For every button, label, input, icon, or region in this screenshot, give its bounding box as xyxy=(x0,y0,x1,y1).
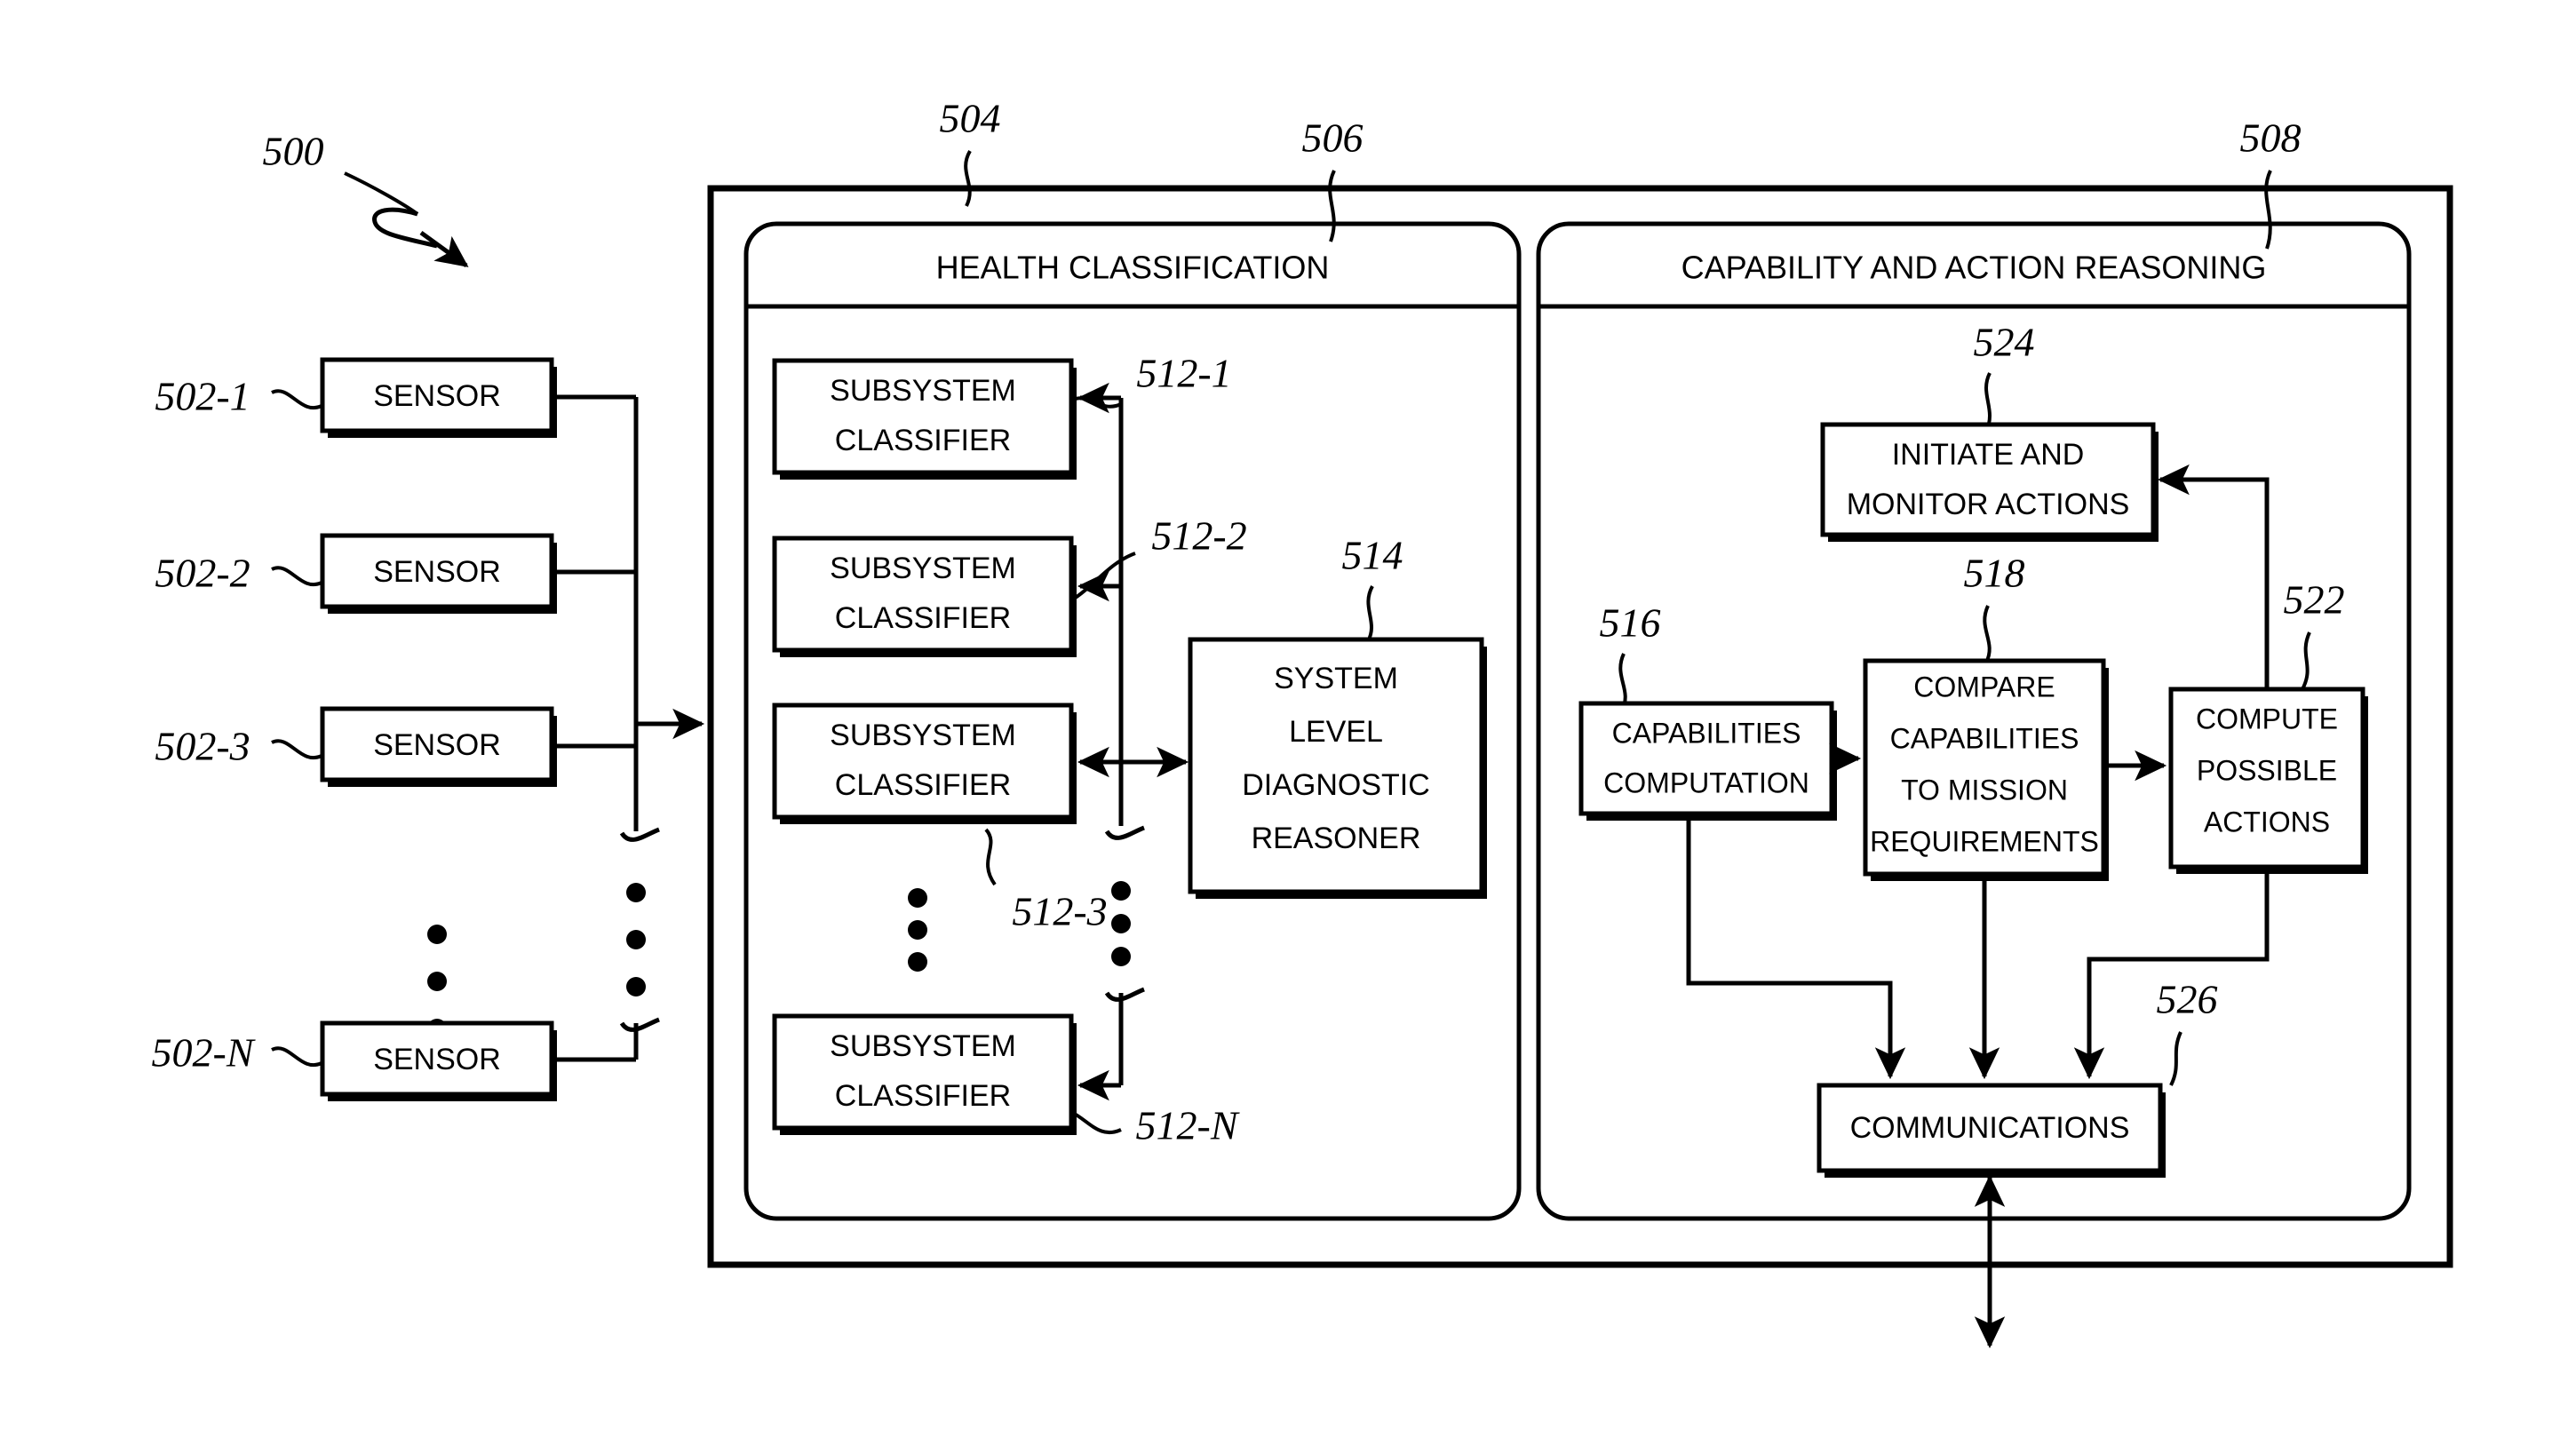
ref-512-2-leader xyxy=(1069,552,1136,602)
classifier-2-line2: CLASSIFIER xyxy=(835,601,1011,635)
classifier-3-line1: SUBSYSTEM xyxy=(830,719,1016,752)
sensor-ellipsis-dot-1 xyxy=(427,925,447,944)
ref-502-n: 502-N xyxy=(152,1030,256,1076)
ref-512-2: 512-2 xyxy=(1151,513,1246,559)
capabilities-computation-line1: CAPABILITIES xyxy=(1612,717,1801,749)
compare-capabilities-line3: TO MISSION xyxy=(1901,774,2068,806)
ref-522-leader xyxy=(2301,631,2311,690)
sensor-trunk-to-system xyxy=(633,397,705,740)
patent-figure-page: 500 504 506 HEALTH CLASSIFICATION SUBSYS… xyxy=(0,0,2576,1453)
ref-502-3: 502-3 xyxy=(155,724,250,769)
bus-ellipsis-dot-3 xyxy=(1111,947,1131,966)
reasoner-bus-break-lower xyxy=(1104,987,1145,1002)
reasoner-line4: REASONER xyxy=(1252,822,1421,855)
ref-502-1: 502-1 xyxy=(155,374,250,419)
ref-500-arrowhead xyxy=(419,230,469,268)
ref-502-2-leader xyxy=(271,566,322,586)
ref-504: 504 xyxy=(940,96,1001,141)
sensor-2-label: SENSOR xyxy=(373,555,501,589)
ref-516: 516 xyxy=(1600,600,1661,646)
classifier-3-line2: CLASSIFIER xyxy=(835,768,1011,802)
sensor-1-label: SENSOR xyxy=(373,379,501,413)
classifier-ellipsis-dot-3 xyxy=(908,952,927,972)
ref-518-leader xyxy=(1983,605,1992,663)
communications-label: COMMUNICATIONS xyxy=(1850,1111,2130,1145)
bus-ellipsis-dot-2 xyxy=(1111,914,1131,933)
ref-518: 518 xyxy=(1964,551,2025,596)
ref-502-3-leader xyxy=(271,739,322,759)
compare-capabilities-line1: COMPARE xyxy=(1913,671,2055,703)
compare-capabilities-line4: REQUIREMENTS xyxy=(1870,825,2099,857)
ref-504-leader xyxy=(964,149,972,207)
ref-506-leader xyxy=(1328,170,1336,242)
classifier-ellipsis-dot-1 xyxy=(908,888,927,908)
ref-512-3: 512-3 xyxy=(1012,889,1107,934)
system-block-diagram: 500 504 506 HEALTH CLASSIFICATION SUBSYS… xyxy=(152,96,2453,1349)
compute-possible-actions-line3: ACTIONS xyxy=(2204,806,2330,838)
reasoner-line1: SYSTEM xyxy=(1274,662,1398,695)
sensor-trunk-dot-3 xyxy=(626,977,646,996)
classifier-n-line1: SUBSYSTEM xyxy=(830,1029,1016,1063)
sensor-ellipsis-dot-2 xyxy=(427,972,447,991)
reasoner-line3: DIAGNOSTIC xyxy=(1242,768,1430,802)
ref-526-leader xyxy=(2169,1031,2182,1086)
sensor-3-label: SENSOR xyxy=(373,728,501,762)
reasoner-line2: LEVEL xyxy=(1289,715,1383,749)
ref-514-leader xyxy=(1366,585,1374,642)
classifier-2-line1: SUBSYSTEM xyxy=(830,552,1016,585)
ref-512-n: 512-N xyxy=(1136,1103,1240,1148)
bus-ellipsis-dot-1 xyxy=(1111,881,1131,901)
sensor-trunk-break-upper xyxy=(619,827,660,842)
compute-possible-actions-line2: POSSIBLE xyxy=(2197,754,2337,786)
compare-capabilities-line2: CAPABILITIES xyxy=(1890,722,2079,754)
ref-526: 526 xyxy=(2157,977,2218,1022)
initiate-monitor-line1: INITIATE AND xyxy=(1892,438,2085,472)
ref-524: 524 xyxy=(1974,320,2035,365)
ref-512-3-leader xyxy=(984,828,997,886)
classifier-1-line1: SUBSYSTEM xyxy=(830,374,1016,408)
wire-capabilities-to-communications xyxy=(1686,821,1906,1080)
ref-500-squiggle xyxy=(372,207,438,249)
ref-508: 508 xyxy=(2240,115,2302,161)
ref-522: 522 xyxy=(2284,577,2345,623)
sensor-trunk-dot-1 xyxy=(626,883,646,902)
ref-502-n-leader xyxy=(271,1046,322,1067)
ref-512-1: 512-1 xyxy=(1136,351,1231,396)
ref-508-leader xyxy=(2264,170,2272,250)
classifier-1-line2: CLASSIFIER xyxy=(835,424,1011,457)
initiate-monitor-line2: MONITOR ACTIONS xyxy=(1847,488,2130,521)
ref-500-leader xyxy=(344,171,419,216)
sensor-trunk-dot-2 xyxy=(626,930,646,949)
capability-action-reasoning-title: CAPABILITY AND ACTION REASONING xyxy=(1682,250,2267,286)
classifier-n-line2: CLASSIFIER xyxy=(835,1079,1011,1113)
wire-compute-to-initiate xyxy=(2157,464,2270,689)
compute-possible-actions-line1: COMPUTE xyxy=(2196,703,2338,734)
ref-500: 500 xyxy=(263,129,324,174)
ref-502-1-leader xyxy=(271,389,322,409)
ref-512-n-leader xyxy=(1070,1110,1122,1135)
reasoner-bus-break-upper xyxy=(1104,825,1145,840)
ref-502-2: 502-2 xyxy=(155,551,250,596)
sensor-trunk-break-lower xyxy=(619,1017,660,1032)
classifier-ellipsis-dot-2 xyxy=(908,920,927,940)
sensor-n-label: SENSOR xyxy=(373,1043,501,1076)
capabilities-computation-line2: COMPUTATION xyxy=(1603,766,1809,798)
health-classification-title: HEALTH CLASSIFICATION xyxy=(936,250,1330,286)
ref-514: 514 xyxy=(1342,533,1403,578)
ref-506: 506 xyxy=(1302,115,1364,161)
